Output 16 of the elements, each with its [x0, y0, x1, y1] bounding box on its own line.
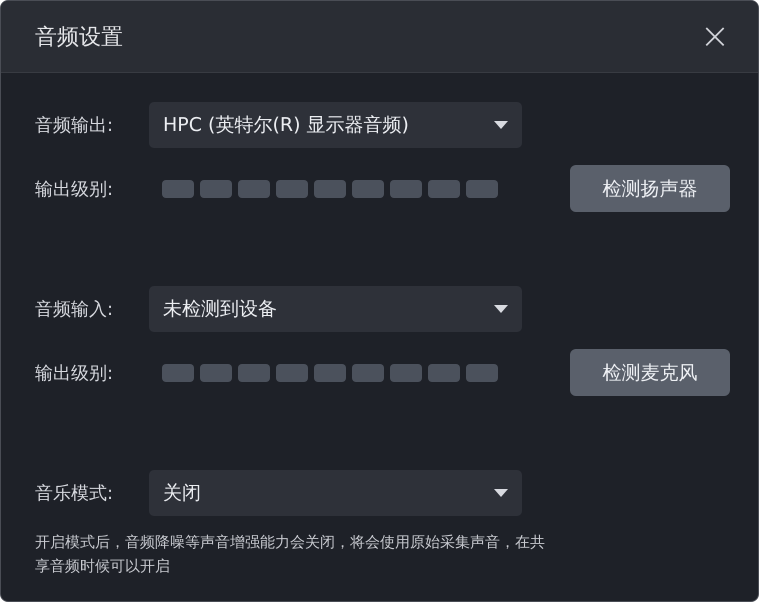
dropdown[interactable]: 关闭	[149, 470, 522, 516]
field-label: 输出级别:	[35, 178, 114, 200]
caret-icon	[494, 121, 508, 129]
dropdown[interactable]: 未检测到设备	[149, 286, 522, 332]
field-label: 音频输入:	[35, 298, 114, 321]
field-label: 输出级别:	[35, 362, 114, 384]
caret-icon	[494, 489, 508, 497]
test-button[interactable]: 检测扬声器	[570, 165, 730, 212]
field-label: 音乐模式:	[35, 482, 114, 505]
caret-icon	[494, 305, 508, 313]
dropdown[interactable]: HPC (英特尔(R) 显示器音频)	[149, 102, 522, 148]
close-button[interactable]: ×	[694, 18, 736, 54]
test-button[interactable]: 检测麦克风	[570, 349, 730, 396]
note-text: 开启模式后，音频降噪等声音增强能力会关闭，将会使用原始采集声音，在共享音频时候可以开启	[35, 532, 545, 577]
field-label: 音频输出:	[35, 114, 114, 137]
window-title: 音频设置	[35, 24, 123, 52]
